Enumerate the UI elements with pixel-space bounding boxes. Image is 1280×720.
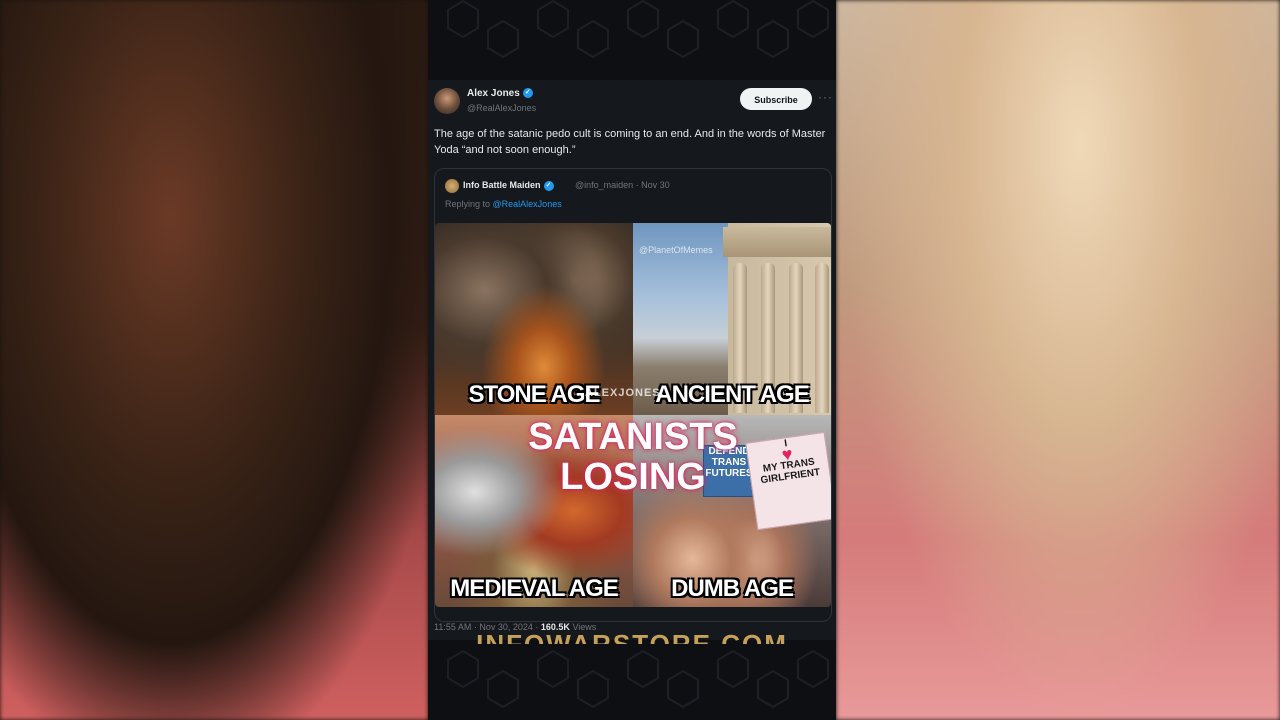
tweet-card: Alex Jones ✓ @RealAlexJones Subscribe ···…: [428, 80, 836, 640]
blurred-background-left: [0, 0, 428, 720]
watermark-corner: @PlanetOfMemes: [639, 245, 713, 255]
caption-medieval-age: MEDIEVAL AGE: [450, 575, 619, 602]
tweet-text: The age of the satanic pedo cult is comi…: [434, 128, 826, 156]
replying-to-link[interactable]: @RealAlexJones: [493, 199, 562, 209]
quote-avatar[interactable]: [445, 179, 459, 193]
bottom-banner: INFOWARSTORE.COM: [428, 630, 836, 644]
author-name-text: Alex Jones: [467, 88, 520, 99]
verified-badge-icon: ✓: [543, 180, 554, 191]
quote-author-name[interactable]: Info Battle Maiden ✓: [463, 180, 554, 191]
more-icon[interactable]: ···: [818, 90, 833, 104]
subscribe-button[interactable]: Subscribe: [740, 88, 812, 110]
meme-title-line1: SATANISTS: [528, 416, 738, 458]
watermark-center: ALEXJONES.: [585, 387, 665, 399]
author-name[interactable]: Alex Jones ✓: [467, 88, 533, 99]
quoted-tweet[interactable]: Info Battle Maiden ✓ @info_maiden · Nov 3…: [434, 168, 832, 622]
verified-badge-icon: ✓: [522, 88, 533, 99]
author-handle[interactable]: @RealAlexJones: [467, 103, 536, 113]
blurred-background-right: [836, 0, 1280, 720]
quote-author-name-text: Info Battle Maiden: [463, 180, 541, 190]
avatar[interactable]: [434, 88, 460, 114]
quote-author-handle: @info_maiden · Nov 30: [575, 180, 670, 190]
caption-dumb-age: DUMB AGE: [671, 575, 794, 602]
meme-image[interactable]: STONE AGE ANCIENT AGE MEDIEVAL AGE DEFEN…: [435, 223, 831, 607]
temple-entablature: [723, 227, 831, 257]
meme-title: SATANISTS LOSING: [435, 417, 831, 497]
replying-prefix: Replying to: [445, 199, 493, 209]
meme-title-line2: LOSING: [560, 456, 706, 498]
replying-to: Replying to @RealAlexJones: [445, 199, 562, 209]
video-frame: Alex Jones ✓ @RealAlexJones Subscribe ···…: [428, 0, 836, 720]
